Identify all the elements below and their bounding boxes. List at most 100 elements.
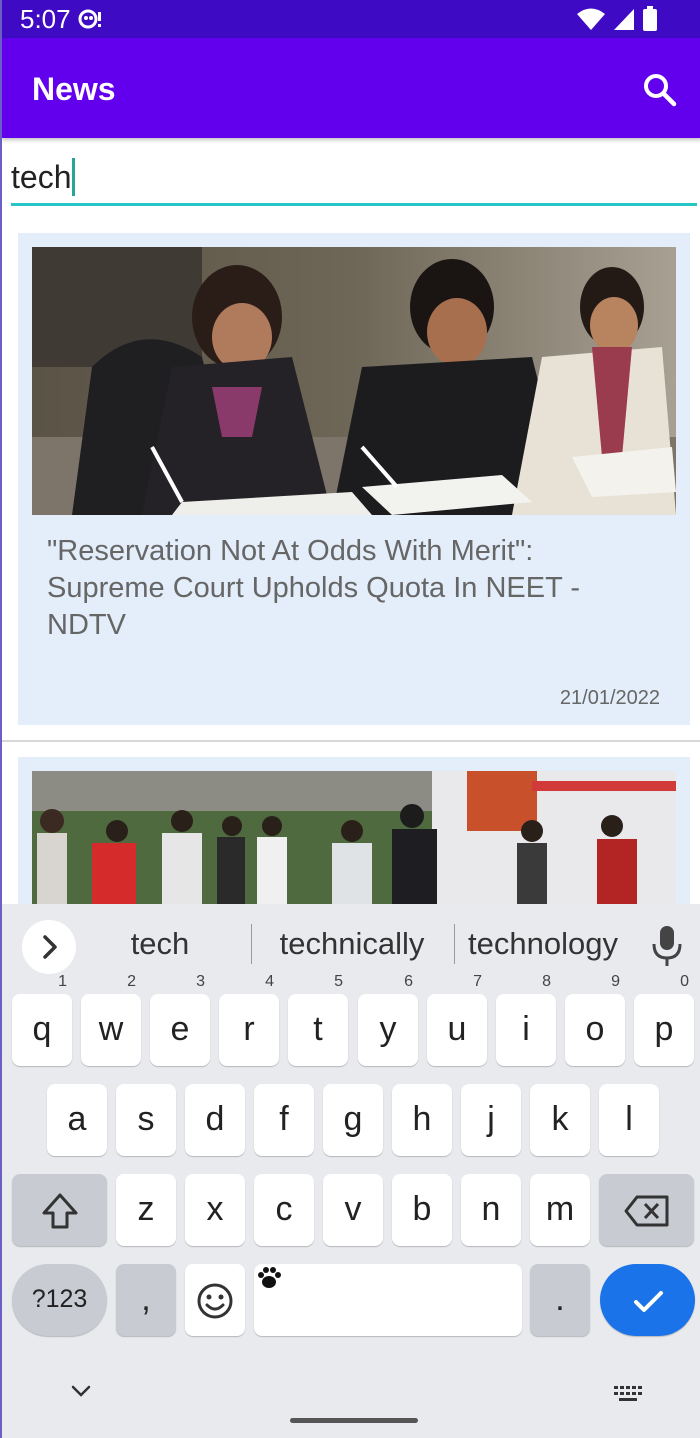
key-hint: 5 (334, 973, 343, 990)
key-label: w (98, 1010, 124, 1048)
keyboard-icon (612, 1386, 644, 1408)
expand-toolbar-button[interactable] (22, 920, 76, 974)
checkmark-icon (628, 1280, 668, 1318)
key-hint: 3 (196, 973, 205, 990)
notification-icon (78, 8, 104, 35)
paw-icon (256, 1266, 282, 1290)
key-label: t (313, 1010, 323, 1048)
key-label: b (412, 1190, 432, 1228)
text-caret (72, 158, 76, 196)
key-z[interactable]: z (116, 1174, 176, 1246)
keyboard-switch-button[interactable] (612, 1384, 644, 1409)
key-hint: 4 (265, 973, 274, 990)
key-q[interactable]: q1 (12, 974, 72, 1066)
key-hint: 9 (611, 973, 620, 990)
key-label: j (487, 1100, 495, 1138)
suggestion-item[interactable]: tech (100, 926, 220, 962)
key-label: y (379, 1010, 397, 1048)
key-label: e (170, 1010, 190, 1048)
key-e[interactable]: e3 (150, 974, 210, 1066)
key-label: . (555, 1280, 565, 1318)
key-label: k (551, 1100, 569, 1138)
key-m[interactable]: m (530, 1174, 590, 1246)
key-n[interactable]: n (461, 1174, 521, 1246)
key-label: i (522, 1010, 530, 1048)
key-label: q (32, 1010, 52, 1048)
symbols-key[interactable]: ?123 (12, 1264, 107, 1336)
home-indicator[interactable] (290, 1418, 418, 1423)
key-r[interactable]: r4 (219, 974, 279, 1066)
key-a[interactable]: a (47, 1084, 107, 1156)
key-hint: 1 (58, 973, 67, 990)
key-o[interactable]: o9 (565, 974, 625, 1066)
search-icon (640, 74, 680, 114)
key-label: , (141, 1280, 151, 1318)
key-hint: 7 (473, 973, 482, 990)
key-g[interactable]: g (323, 1084, 383, 1156)
wifi-icon (576, 7, 606, 36)
enter-key[interactable] (600, 1264, 695, 1336)
search-input-value: tech (11, 158, 76, 196)
status-time: 5:07 (20, 4, 71, 34)
comma-key[interactable]: , (116, 1264, 176, 1336)
search-input[interactable]: tech (11, 150, 697, 206)
key-label: c (275, 1190, 293, 1228)
battery-icon (642, 6, 658, 37)
key-f[interactable]: f (254, 1084, 314, 1156)
article-title: "Reservation Not At Odds With Merit": Su… (47, 535, 580, 641)
search-button[interactable] (640, 70, 680, 110)
hide-keyboard-button[interactable] (68, 1382, 94, 1405)
key-b[interactable]: b (392, 1174, 452, 1246)
chevron-right-icon (22, 935, 76, 978)
space-key[interactable] (254, 1264, 522, 1336)
key-t[interactable]: t5 (288, 974, 348, 1066)
key-label: v (344, 1190, 362, 1228)
key-u[interactable]: u7 (427, 974, 487, 1066)
emoji-icon (195, 1280, 235, 1319)
emoji-key[interactable] (185, 1264, 245, 1336)
app-title: News (32, 71, 116, 107)
key-label: n (481, 1190, 501, 1228)
suggestion-item[interactable]: technically (262, 926, 442, 962)
app-bar: News (2, 38, 700, 138)
key-c[interactable]: c (254, 1174, 314, 1246)
list-divider (2, 740, 700, 742)
key-k[interactable]: k (530, 1084, 590, 1156)
key-hint: 2 (127, 973, 136, 990)
key-v[interactable]: v (323, 1174, 383, 1246)
key-label: h (412, 1100, 432, 1138)
key-hint: 0 (680, 973, 689, 990)
key-i[interactable]: i8 (496, 974, 556, 1066)
soft-keyboard: tech technically technology q1 w2 e3 r4 … (2, 904, 700, 1438)
key-w[interactable]: w2 (81, 974, 141, 1066)
key-j[interactable]: j (461, 1084, 521, 1156)
key-label: a (67, 1100, 87, 1138)
shift-key[interactable] (12, 1174, 107, 1246)
suggestion-item[interactable]: technology (460, 926, 626, 962)
navigation-area (2, 1358, 700, 1438)
backspace-key[interactable] (599, 1174, 694, 1246)
key-label: r (243, 1010, 255, 1048)
key-label: p (654, 1010, 674, 1048)
key-label: l (625, 1100, 633, 1138)
status-bar: 5:07 (2, 0, 700, 38)
suggestion-separator (251, 924, 252, 964)
key-h[interactable]: h (392, 1084, 452, 1156)
article-image (32, 247, 676, 515)
key-label: d (205, 1100, 225, 1138)
key-label: m (545, 1190, 575, 1228)
key-p[interactable]: p0 (634, 974, 694, 1066)
search-query-text: tech (11, 159, 72, 195)
signal-icon (612, 7, 636, 36)
period-key[interactable]: . (530, 1264, 590, 1336)
shift-icon (38, 1190, 82, 1229)
screen: 5:07 News tech "Reservation Not At Odds … (0, 0, 700, 1438)
key-d[interactable]: d (185, 1084, 245, 1156)
key-y[interactable]: y6 (358, 974, 418, 1066)
voice-input-button[interactable] (647, 922, 687, 970)
article-card[interactable]: "Reservation Not At Odds With Merit": Su… (18, 233, 690, 725)
key-l[interactable]: l (599, 1084, 659, 1156)
key-x[interactable]: x (185, 1174, 245, 1246)
key-s[interactable]: s (116, 1084, 176, 1156)
key-label: f (279, 1100, 289, 1138)
